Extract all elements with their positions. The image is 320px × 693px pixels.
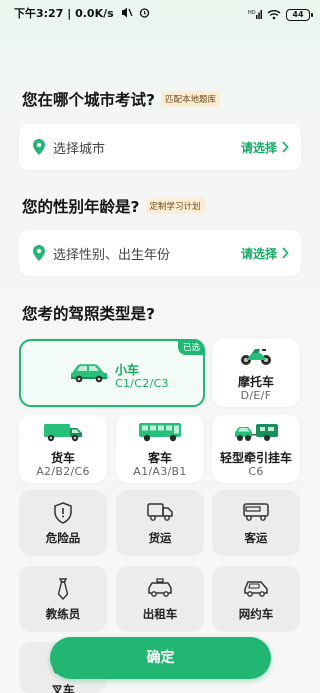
status-left: 下午3:27 | 0.0K/s: [14, 5, 150, 21]
license-car-sub: C1/C2/C3: [115, 377, 169, 390]
network-speed: 0.0K/s: [75, 7, 114, 20]
chevron-right-icon: [282, 141, 289, 153]
gender-age-tag: 定制学习计划: [145, 198, 205, 214]
category-freight-label: 货运: [148, 531, 172, 545]
category-passenger-label: 客运: [244, 531, 268, 545]
trailer-icon: [235, 424, 278, 441]
battery-indicator: 44: [286, 8, 313, 21]
city-placeholder: 选择城市: [53, 141, 106, 157]
license-car-card[interactable]: 已选 小车 C1/C2/C3: [19, 339, 205, 407]
category-instructor-label: 教练员: [45, 607, 81, 621]
license-bus-name: 客车: [147, 451, 172, 465]
category-hazard-card[interactable]: 危险品: [19, 490, 107, 556]
license-title: 您考的驾照类型是?: [22, 305, 155, 323]
license-truck-name: 货车: [50, 451, 75, 465]
coach-tie-icon: [57, 578, 69, 600]
status-time: 下午3:27: [14, 7, 64, 20]
license-motorcycle-sub: D/E/F: [240, 389, 272, 402]
category-ride-hailing-card[interactable]: 网约车: [212, 566, 300, 632]
license-section-title: 您考的驾照类型是?: [22, 302, 155, 324]
license-motorcycle-card[interactable]: 摩托车 D/E/F: [212, 339, 300, 407]
category-instructor-card[interactable]: 教练员: [19, 566, 107, 632]
license-trailer-name: 轻型牵引挂车: [219, 451, 292, 465]
license-car-name: 小车: [115, 363, 140, 377]
truck-icon: [44, 424, 82, 442]
selected-badge: 已选: [177, 339, 205, 355]
location-pin-icon: [33, 139, 45, 155]
taxi-icon: [148, 578, 172, 597]
bus-icon: [139, 423, 181, 442]
mute-icon: [121, 7, 133, 21]
license-trailer-sub: C6: [248, 465, 264, 478]
confirm-button[interactable]: 确定: [50, 637, 271, 679]
city-title: 您在哪个城市考试?: [22, 91, 155, 109]
location-pin-icon: [33, 245, 45, 261]
car-icon: [71, 364, 107, 383]
gender-age-title: 您的性别年龄是?: [22, 198, 140, 216]
city-select-action[interactable]: 请选择: [241, 139, 277, 156]
alarm-icon: [139, 7, 150, 21]
category-freight-card[interactable]: 货运: [116, 490, 204, 556]
category-ride-hailing-label: 网约车: [238, 607, 274, 621]
license-bus-card[interactable]: 客车 A1/A3/B1: [116, 415, 204, 483]
chevron-right-icon: [282, 247, 289, 259]
city-section-title: 您在哪个城市考试? 匹配本地题库: [22, 88, 221, 110]
wifi-icon: [267, 5, 281, 24]
status-bar: 下午3:27 | 0.0K/s HD 44: [0, 0, 320, 24]
svg-text:HD: HD: [248, 10, 256, 16]
category-forklift-label: 叉车: [51, 683, 75, 693]
license-motorcycle-name: 摩托车: [237, 375, 274, 389]
license-bus-sub: A1/A3/B1: [133, 465, 187, 478]
city-select[interactable]: 选择城市 请选择: [19, 124, 301, 170]
gender-age-section-title: 您的性别年龄是? 定制学习计划: [22, 195, 205, 217]
signal-hd-icon: HD: [248, 5, 262, 24]
coach-bus-icon: [243, 503, 269, 521]
license-truck-sub: A2/B2/C6: [36, 465, 90, 478]
gender-age-placeholder: 选择性别、出生年份: [53, 247, 171, 263]
category-taxi-card[interactable]: 出租车: [116, 566, 204, 632]
status-right: HD 44: [248, 5, 313, 24]
license-trailer-card[interactable]: 轻型牵引挂车 C6: [212, 415, 300, 483]
city-tag: 匹配本地题库: [161, 91, 221, 107]
category-passenger-card[interactable]: 客运: [212, 490, 300, 556]
ride-hailing-car-icon: [244, 581, 268, 597]
category-taxi-label: 出租车: [142, 607, 178, 621]
gender-age-select-action[interactable]: 请选择: [241, 245, 277, 262]
gender-age-select[interactable]: 选择性别、出生年份 请选择: [19, 230, 301, 276]
freight-truck-icon: [147, 503, 173, 521]
motorcycle-icon: [241, 349, 271, 365]
category-hazard-label: 危险品: [45, 531, 81, 545]
hazard-shield-icon: [54, 502, 72, 524]
license-truck-card[interactable]: 货车 A2/B2/C6: [19, 415, 107, 483]
